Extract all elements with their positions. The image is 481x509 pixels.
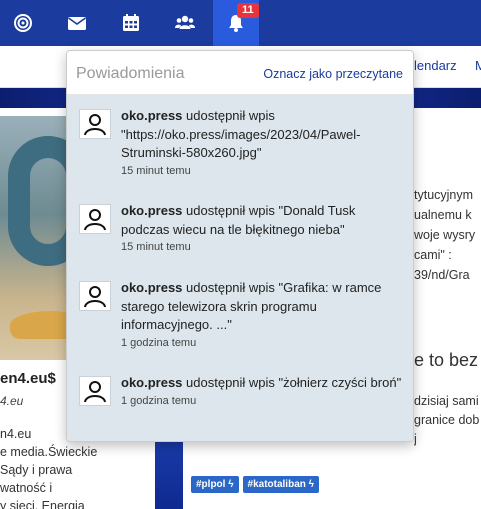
feed-text-line: dzisiaj sami bbox=[414, 394, 479, 408]
top-navbar: 11 bbox=[0, 0, 481, 46]
tag-plpol[interactable]: #plpol ϟ bbox=[191, 476, 239, 493]
feed-text-line: 39/nd/Gra bbox=[414, 268, 470, 282]
avatar bbox=[79, 281, 111, 311]
tag-katotaliban[interactable]: #katotaliban ϟ bbox=[242, 476, 319, 493]
feed-post-heading: e to bez bbox=[414, 350, 479, 370]
users-icon bbox=[175, 15, 195, 29]
feed-text-line: tytucyjnym bbox=[414, 188, 474, 202]
nav-notifications-button[interactable]: 11 bbox=[213, 0, 259, 46]
envelope-icon bbox=[68, 17, 86, 30]
notification-time: 1 godzina temu bbox=[121, 336, 197, 349]
notifications-title: Powiadomienia bbox=[76, 65, 185, 82]
profile-name[interactable]: en4.eu$ bbox=[0, 370, 56, 387]
notifications-header: Powiadomienia Oznacz jako przeczytane bbox=[67, 51, 413, 95]
nav-messages-button[interactable] bbox=[54, 0, 100, 46]
feed-text-line: granice dob bbox=[414, 413, 480, 427]
feed-text-line: cami" : bbox=[414, 248, 452, 262]
target-icon bbox=[14, 14, 32, 32]
notification-time: 15 minut temu bbox=[121, 164, 191, 177]
user-silhouette-icon bbox=[84, 114, 106, 136]
avatar bbox=[79, 376, 111, 406]
user-silhouette-icon bbox=[84, 209, 106, 231]
notification-user[interactable]: oko.press bbox=[121, 375, 182, 390]
feed-text-line: j bbox=[414, 432, 417, 446]
post-tags: #plpol ϟ #katotaliban ϟ bbox=[191, 476, 319, 493]
calendar-icon bbox=[123, 14, 139, 31]
feed-text-line: woje wysry bbox=[414, 228, 476, 242]
mark-all-read-link[interactable]: Oznacz jako przeczytane bbox=[263, 67, 403, 81]
nav-home-button[interactable] bbox=[0, 0, 46, 46]
notification-user[interactable]: oko.press bbox=[121, 203, 182, 218]
notifications-list: oko.press udostępnił wpis "https://oko.p… bbox=[67, 95, 413, 441]
notifications-dropdown: Powiadomienia Oznacz jako przeczytane ok… bbox=[66, 50, 414, 442]
notification-message: udostępnił wpis "żołnierz czyści broń" bbox=[182, 375, 402, 390]
avatar bbox=[79, 109, 111, 139]
notification-time: 1 godzina temu bbox=[121, 394, 197, 407]
notification-time: 15 minut temu bbox=[121, 241, 191, 253]
user-silhouette-icon bbox=[84, 286, 106, 308]
notification-item[interactable]: oko.press udostępnił wpis "Donald Tusk p… bbox=[67, 190, 413, 267]
feed-text-line: ualnemu k bbox=[414, 208, 472, 222]
notification-item[interactable]: oko.press udostępnił wpis "https://oko.p… bbox=[67, 95, 413, 190]
user-silhouette-icon bbox=[84, 381, 106, 403]
avatar bbox=[79, 204, 111, 234]
subnav-more-link[interactable]: M bbox=[475, 58, 481, 73]
notifications-count-badge: 11 bbox=[237, 3, 259, 18]
notification-item[interactable]: oko.press udostępnił wpis "żołnierz czyś… bbox=[67, 362, 413, 441]
nav-contacts-button[interactable] bbox=[162, 0, 208, 46]
nav-calendar-button[interactable] bbox=[108, 0, 154, 46]
notification-user[interactable]: oko.press bbox=[121, 108, 182, 123]
subnav-calendar-link[interactable]: lendarz bbox=[414, 58, 457, 73]
notification-user[interactable]: oko.press bbox=[121, 280, 182, 295]
profile-handle: 4.eu bbox=[0, 394, 24, 408]
notification-item[interactable]: oko.press udostępnił wpis "Grafika: w ra… bbox=[67, 267, 413, 362]
